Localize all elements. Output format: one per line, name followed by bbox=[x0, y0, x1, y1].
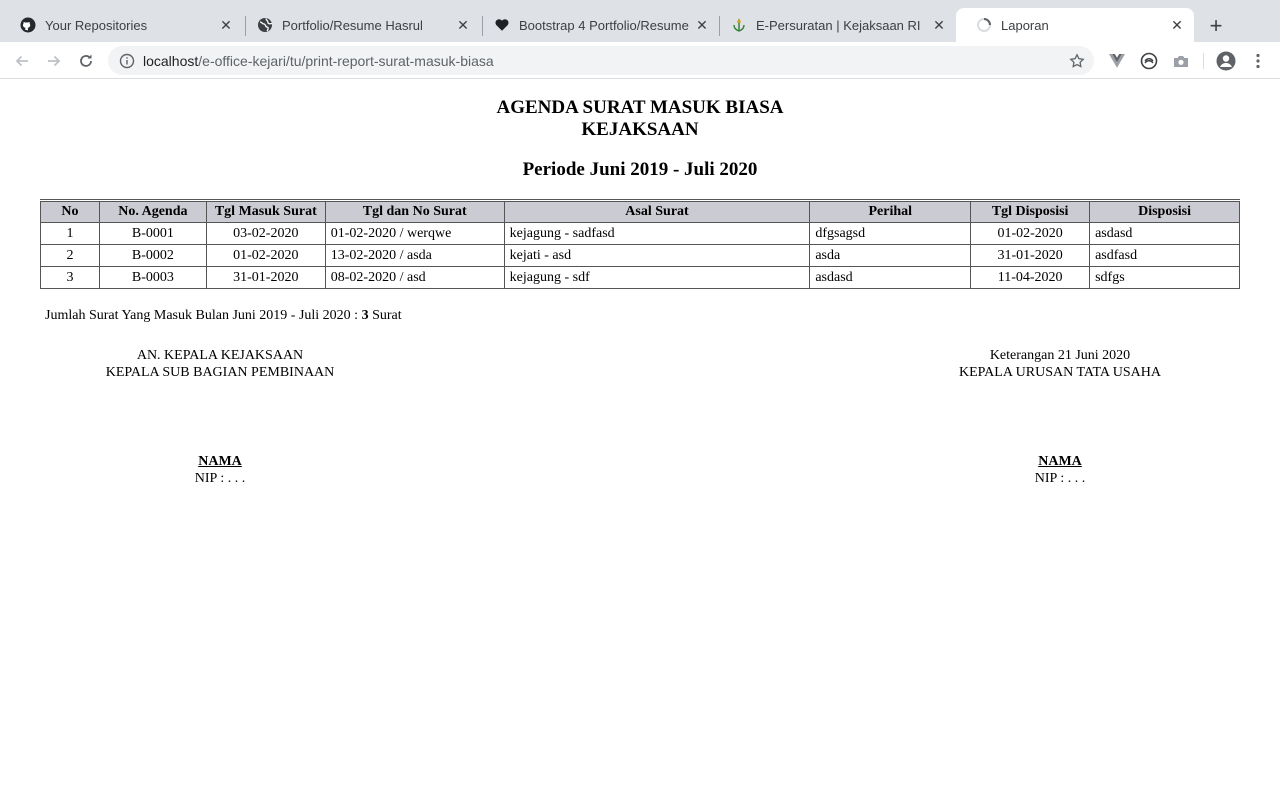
back-button[interactable] bbox=[9, 48, 35, 74]
tab-portfolio-resume-hasrul[interactable]: Portfolio/Resume Hasrul ✕ bbox=[237, 8, 480, 42]
bookmark-star-icon[interactable] bbox=[1068, 52, 1086, 70]
cell-tgl-disposisi: 31-01-2020 bbox=[970, 244, 1091, 267]
cell-no-agenda: B-0001 bbox=[98, 222, 207, 245]
vue-devtools-icon[interactable] bbox=[1107, 51, 1127, 71]
signature-left-line1: AN. KEPALA KEJAKSAAN bbox=[136, 348, 304, 363]
tab-your-repositories[interactable]: Your Repositories ✕ bbox=[0, 8, 243, 42]
column-header-disposisi: Disposisi bbox=[1089, 199, 1240, 223]
forward-button[interactable] bbox=[41, 48, 67, 74]
cell-disposisi: sdfgs bbox=[1089, 266, 1240, 289]
arrow-right-icon bbox=[48, 55, 61, 67]
cell-perihal: asdasd bbox=[809, 266, 972, 289]
tab-strip: Your Repositories ✕ Portfolio/Resume Has… bbox=[0, 0, 1280, 42]
column-header-tgl-dan-no-surat: Tgl dan No Surat bbox=[324, 199, 505, 223]
report-subtitle: KEJAKSAAN bbox=[581, 119, 699, 140]
table-header-row: No No. Agenda Tgl Masuk Surat Tgl dan No… bbox=[40, 199, 1240, 223]
address-bar[interactable]: localhost/e-office-kejari/tu/print-repor… bbox=[108, 46, 1094, 75]
signature-right-nip: NIP : . . . bbox=[1034, 471, 1086, 486]
signature-left-name: NAMA bbox=[198, 454, 242, 469]
more-menu-icon[interactable] bbox=[1248, 51, 1268, 71]
tab-title: Laporan bbox=[1001, 17, 1049, 33]
cell-no: 3 bbox=[40, 266, 100, 289]
info-icon[interactable] bbox=[119, 53, 135, 69]
report-title: AGENDA SURAT MASUK BIASA bbox=[496, 97, 784, 118]
globe-icon bbox=[257, 17, 273, 33]
signature-right-name: NAMA bbox=[1038, 454, 1082, 469]
cell-asal-surat: kejagung - sadfasd bbox=[503, 222, 811, 245]
tab-title: Your Repositories bbox=[45, 17, 148, 33]
cell-tgl-disposisi: 01-02-2020 bbox=[970, 222, 1091, 245]
cell-disposisi: asdasd bbox=[1089, 222, 1240, 245]
tab-title: E-Persuratan | Kejaksaan RI bbox=[756, 17, 921, 33]
signature-right-line1: Keterangan 21 Juni 2020 bbox=[989, 348, 1131, 363]
tab-title: Portfolio/Resume Hasrul bbox=[282, 17, 423, 33]
cell-tgl-dan-no-surat: 13-02-2020 / asda bbox=[324, 244, 505, 267]
extension-shield-icon[interactable] bbox=[1139, 51, 1159, 71]
cell-asal-surat: kejati - asd bbox=[503, 244, 811, 267]
close-tab-icon[interactable]: ✕ bbox=[218, 17, 234, 33]
loading-icon bbox=[976, 17, 992, 33]
profile-avatar-icon[interactable] bbox=[1216, 51, 1236, 71]
camera-icon[interactable] bbox=[1171, 51, 1191, 71]
summary-prefix: Jumlah Surat Yang Masuk Bulan Juni 2019 … bbox=[45, 308, 362, 323]
signature-block-left: AN. KEPALA KEJAKSAAN KEPALA SUB BAGIAN P… bbox=[70, 347, 370, 486]
summary-text: Jumlah Surat Yang Masuk Bulan Juni 2019 … bbox=[45, 308, 402, 324]
agenda-table: No No. Agenda Tgl Masuk Surat Tgl dan No… bbox=[40, 199, 1240, 289]
github-icon bbox=[20, 17, 36, 33]
kejaksaan-logo-icon bbox=[731, 17, 747, 33]
url-host: localhost bbox=[143, 52, 199, 69]
signature-left-nip: NIP : . . . bbox=[194, 471, 246, 486]
close-tab-icon[interactable]: ✕ bbox=[931, 17, 947, 33]
close-tab-icon[interactable]: ✕ bbox=[694, 17, 710, 33]
cell-no: 2 bbox=[40, 244, 100, 267]
cell-perihal: asda bbox=[809, 244, 972, 267]
cell-tgl-masuk-surat: 03-02-2020 bbox=[205, 222, 326, 245]
tab-e-persuratan[interactable]: E-Persuratan | Kejaksaan RI ✕ bbox=[711, 8, 956, 42]
column-header-no: No bbox=[40, 199, 100, 223]
table-row: 1 B-0001 03-02-2020 01-02-2020 / werqwe … bbox=[40, 222, 1240, 245]
arrow-left-icon bbox=[15, 55, 28, 67]
column-header-perihal: Perihal bbox=[809, 199, 972, 223]
summary-count: 3 bbox=[361, 308, 369, 323]
cell-tgl-masuk-surat: 31-01-2020 bbox=[205, 266, 326, 289]
reload-button[interactable] bbox=[73, 48, 99, 74]
cell-asal-surat: kejagung - sdf bbox=[503, 266, 811, 289]
cell-tgl-disposisi: 11-04-2020 bbox=[970, 266, 1091, 289]
cell-no: 1 bbox=[40, 222, 100, 245]
tab-laporan[interactable]: Laporan ✕ bbox=[956, 8, 1194, 42]
url-path: /e-office-kejari/tu/print-report-surat-m… bbox=[198, 52, 494, 69]
cell-disposisi: asdfasd bbox=[1089, 244, 1240, 267]
table-row: 2 B-0002 01-02-2020 13-02-2020 / asda ke… bbox=[40, 244, 1240, 267]
summary-suffix: Surat bbox=[368, 308, 402, 323]
report-periode: Periode Juni 2019 - Juli 2020 bbox=[522, 159, 758, 180]
url-text: localhost/e-office-kejari/tu/print-repor… bbox=[143, 53, 494, 69]
close-tab-icon[interactable]: ✕ bbox=[1169, 17, 1185, 33]
toolbar-separator bbox=[1203, 53, 1204, 69]
tab-bootstrap-portfolio[interactable]: Bootstrap 4 Portfolio/Resume ✕ bbox=[474, 8, 719, 42]
close-tab-icon[interactable]: ✕ bbox=[455, 17, 471, 33]
cell-tgl-masuk-surat: 01-02-2020 bbox=[205, 244, 326, 267]
reload-icon bbox=[80, 54, 92, 67]
cell-no-agenda: B-0003 bbox=[98, 266, 207, 289]
cell-no-agenda: B-0002 bbox=[98, 244, 207, 267]
column-header-tgl-disposisi: Tgl Disposisi bbox=[970, 199, 1091, 223]
heart-icon bbox=[494, 17, 510, 33]
report-page: AGENDA SURAT MASUK BIASA KEJAKSAAN Perio… bbox=[0, 80, 1280, 800]
cell-perihal: dfgsagsd bbox=[809, 222, 972, 245]
browser-toolbar: localhost/e-office-kejari/tu/print-repor… bbox=[0, 42, 1280, 79]
signature-left-line2: KEPALA SUB BAGIAN PEMBINAAN bbox=[105, 365, 335, 380]
cell-tgl-dan-no-surat: 08-02-2020 / asd bbox=[324, 266, 505, 289]
tab-title: Bootstrap 4 Portfolio/Resume bbox=[519, 17, 689, 33]
signature-block-right: Keterangan 21 Juni 2020 KEPALA URUSAN TA… bbox=[910, 347, 1210, 486]
column-header-asal-surat: Asal Surat bbox=[503, 199, 811, 223]
column-header-tgl-masuk-surat: Tgl Masuk Surat bbox=[205, 199, 326, 223]
column-header-no-agenda: No. Agenda bbox=[98, 199, 207, 223]
table-row: 3 B-0003 31-01-2020 08-02-2020 / asd kej… bbox=[40, 266, 1240, 289]
cell-tgl-dan-no-surat: 01-02-2020 / werqwe bbox=[324, 222, 505, 245]
signature-right-line2: KEPALA URUSAN TATA USAHA bbox=[959, 365, 1161, 380]
new-tab-button[interactable]: + bbox=[1202, 12, 1230, 40]
